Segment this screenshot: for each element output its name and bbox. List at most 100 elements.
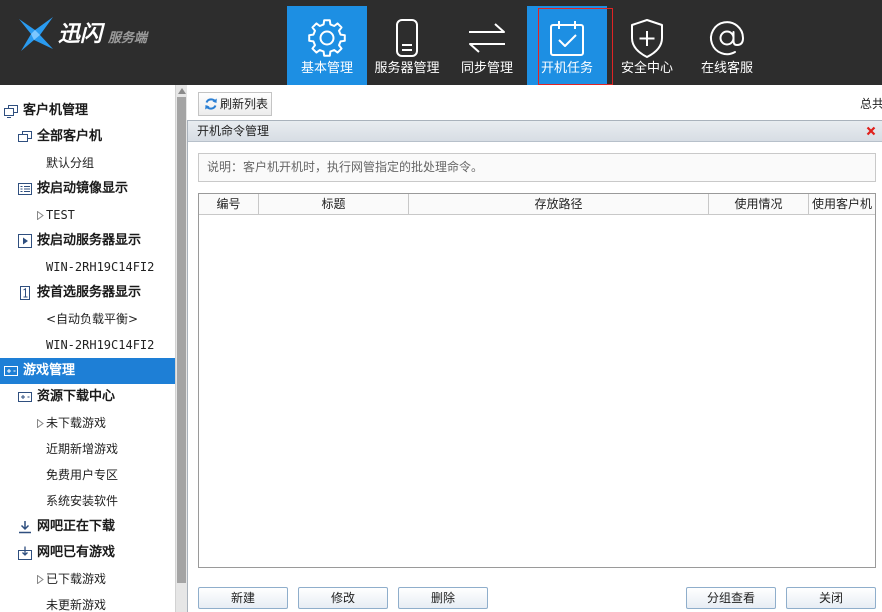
delete-button[interactable]: 删除 [398,587,488,609]
edit-button[interactable]: 修改 [298,587,388,609]
gamepad-icon [18,390,32,404]
tree-item-label: 近期新增游戏 [46,442,119,456]
expand-arrow-icon[interactable] [37,211,44,220]
logo-subtitle: 服务端 [108,31,148,46]
tree-item-label: TEST [46,208,75,222]
nav-sync-management[interactable]: 同步管理 [447,6,527,85]
tree-item-label: 游戏管理 [23,363,76,378]
tree-item-free-user-zone[interactable]: 免费用户专区 [0,462,175,488]
top-header: 迅闪 服务端 基本管理 服务器管理 同步管理 开机任务 安全中心 在线客服 [0,0,882,85]
close-icon[interactable] [866,126,876,136]
tree-item-existing-games[interactable]: 网吧已有游戏 [0,540,175,566]
list-icon [18,182,32,196]
nav-security-center[interactable]: 安全中心 [607,6,687,85]
nav-online-support[interactable]: 在线客服 [687,6,767,85]
tree-item-label: 系统安装软件 [46,494,119,508]
tree-item-downloading[interactable]: 网吧正在下载 [0,514,175,540]
dialog-title-bar: 开机命令管理 [188,121,882,142]
column-header-clients[interactable]: 使用客户机 [809,194,875,215]
tree-item-all-clients[interactable]: 全部客户机 [0,124,175,150]
tree-item-by-boot-image[interactable]: 按启动镜像显示 [0,176,175,202]
nav-label: 同步管理 [460,61,513,76]
gamepad-icon [4,364,18,378]
tree-item-label: 按首选服务器显示 [37,285,142,300]
tree-item-label: 按启动服务器显示 [37,233,142,248]
tree-item-label: 资源下载中心 [37,389,116,404]
main-panel: 刷新列表 总共 开机命令管理 说明：客户机开机时，执行网管指定的批处理命令。 编… [187,85,882,612]
column-header-path[interactable]: 存放路径 [409,194,709,215]
tree-item-label: <自动负载平衡> [46,312,139,326]
sync-arrows-icon [465,16,509,60]
tree-item-label: 按启动镜像显示 [37,181,129,196]
tree-item-default-group[interactable]: 默认分组 [0,150,175,176]
scroll-up-icon[interactable] [178,88,186,94]
logo-title: 迅闪 [58,22,103,47]
tree-item-label: 网吧已有游戏 [37,545,116,560]
command-table: 编号 标题 存放路径 使用情况 使用客户机 [198,193,876,568]
sidebar-tree: 客户机管理 全部客户机 默认分组 按启动镜像显示 TEST 按启动服务器显示 W… [0,85,175,612]
table-header: 编号 标题 存放路径 使用情况 使用客户机 [199,194,875,215]
at-sign-icon [705,16,749,60]
close-button[interactable]: 关闭 [786,587,876,609]
description-box: 说明：客户机开机时，执行网管指定的批处理命令。 [198,153,876,182]
tree-item-label: 未更新游戏 [46,598,107,612]
tree-item-label: 网吧正在下载 [37,519,116,534]
expand-arrow-icon[interactable] [37,575,44,584]
windows-icon [18,130,32,144]
gear-icon [305,16,349,60]
tree-item-game-management[interactable]: 游戏管理 [0,358,175,384]
server-icon [385,16,429,60]
refresh-list-button[interactable]: 刷新列表 [198,92,272,116]
tree-item-not-downloaded[interactable]: 未下载游戏 [0,410,175,436]
tree-item-server[interactable]: WIN-2RH19C14FI2 [0,254,175,280]
tree-item-test[interactable]: TEST [0,202,175,228]
total-count-label: 总共 [860,97,882,111]
tree-item-by-preferred-server[interactable]: 按首选服务器显示 [0,280,175,306]
tree-item-server[interactable]: WIN-2RH19C14FI2 [0,332,175,358]
nav-label: 在线客服 [700,61,753,76]
play-box-icon [18,234,32,248]
tree-item-system-software[interactable]: 系统安装软件 [0,488,175,514]
server-one-icon [18,286,32,300]
nav-basic-management[interactable]: 基本管理 [287,6,367,85]
tree-item-label: 未下载游戏 [46,416,107,430]
refresh-list-label: 刷新列表 [220,97,269,111]
tree-item-not-updated[interactable]: 未更新游戏 [0,592,175,612]
new-button[interactable]: 新建 [198,587,288,609]
nav-label: 安全中心 [620,61,673,76]
group-view-button[interactable]: 分组查看 [686,587,776,609]
nav-server-management[interactable]: 服务器管理 [367,6,447,85]
column-header-title[interactable]: 标题 [259,194,409,215]
tree-item-label: 默认分组 [46,156,95,170]
tree-item-recently-added[interactable]: 近期新增游戏 [0,436,175,462]
tree-item-resource-download-center[interactable]: 资源下载中心 [0,384,175,410]
tree-item-by-boot-server[interactable]: 按启动服务器显示 [0,228,175,254]
shield-plus-icon [625,16,669,60]
calendar-check-icon [545,16,589,60]
tree-item-client-management[interactable]: 客户机管理 [0,98,175,124]
download-icon [18,520,32,534]
startup-command-dialog: 开机命令管理 说明：客户机开机时，执行网管指定的批处理命令。 编号 标题 存放路… [187,120,882,612]
nav-label: 开机任务 [540,61,593,76]
logo-icon [16,14,56,54]
tree-item-label: 已下载游戏 [46,572,107,586]
sidebar-scrollbar[interactable] [175,85,187,612]
nav-startup-tasks[interactable]: 开机任务 [527,6,607,85]
download-box-icon [18,546,32,560]
column-header-id[interactable]: 编号 [199,194,259,215]
description-text: 说明：客户机开机时，执行网管指定的批处理命令。 [207,160,484,174]
tree-item-downloaded[interactable]: 已下载游戏 [0,566,175,592]
expand-arrow-icon[interactable] [37,419,44,428]
nav-label: 基本管理 [300,61,353,76]
tree-item-label: 全部客户机 [37,129,103,144]
tree-item-label: WIN-2RH19C14FI2 [46,260,155,274]
column-header-usage[interactable]: 使用情况 [709,194,809,215]
tree-item-label: 客户机管理 [23,103,89,118]
monitors-icon [4,104,18,118]
scrollbar-thumb[interactable] [177,97,186,583]
tree-item-label: 免费用户专区 [46,468,119,482]
tree-item-auto-load-balance[interactable]: <自动负载平衡> [0,306,175,332]
dialog-title: 开机命令管理 [197,124,270,138]
refresh-icon [204,97,218,111]
nav-label: 服务器管理 [374,61,440,76]
